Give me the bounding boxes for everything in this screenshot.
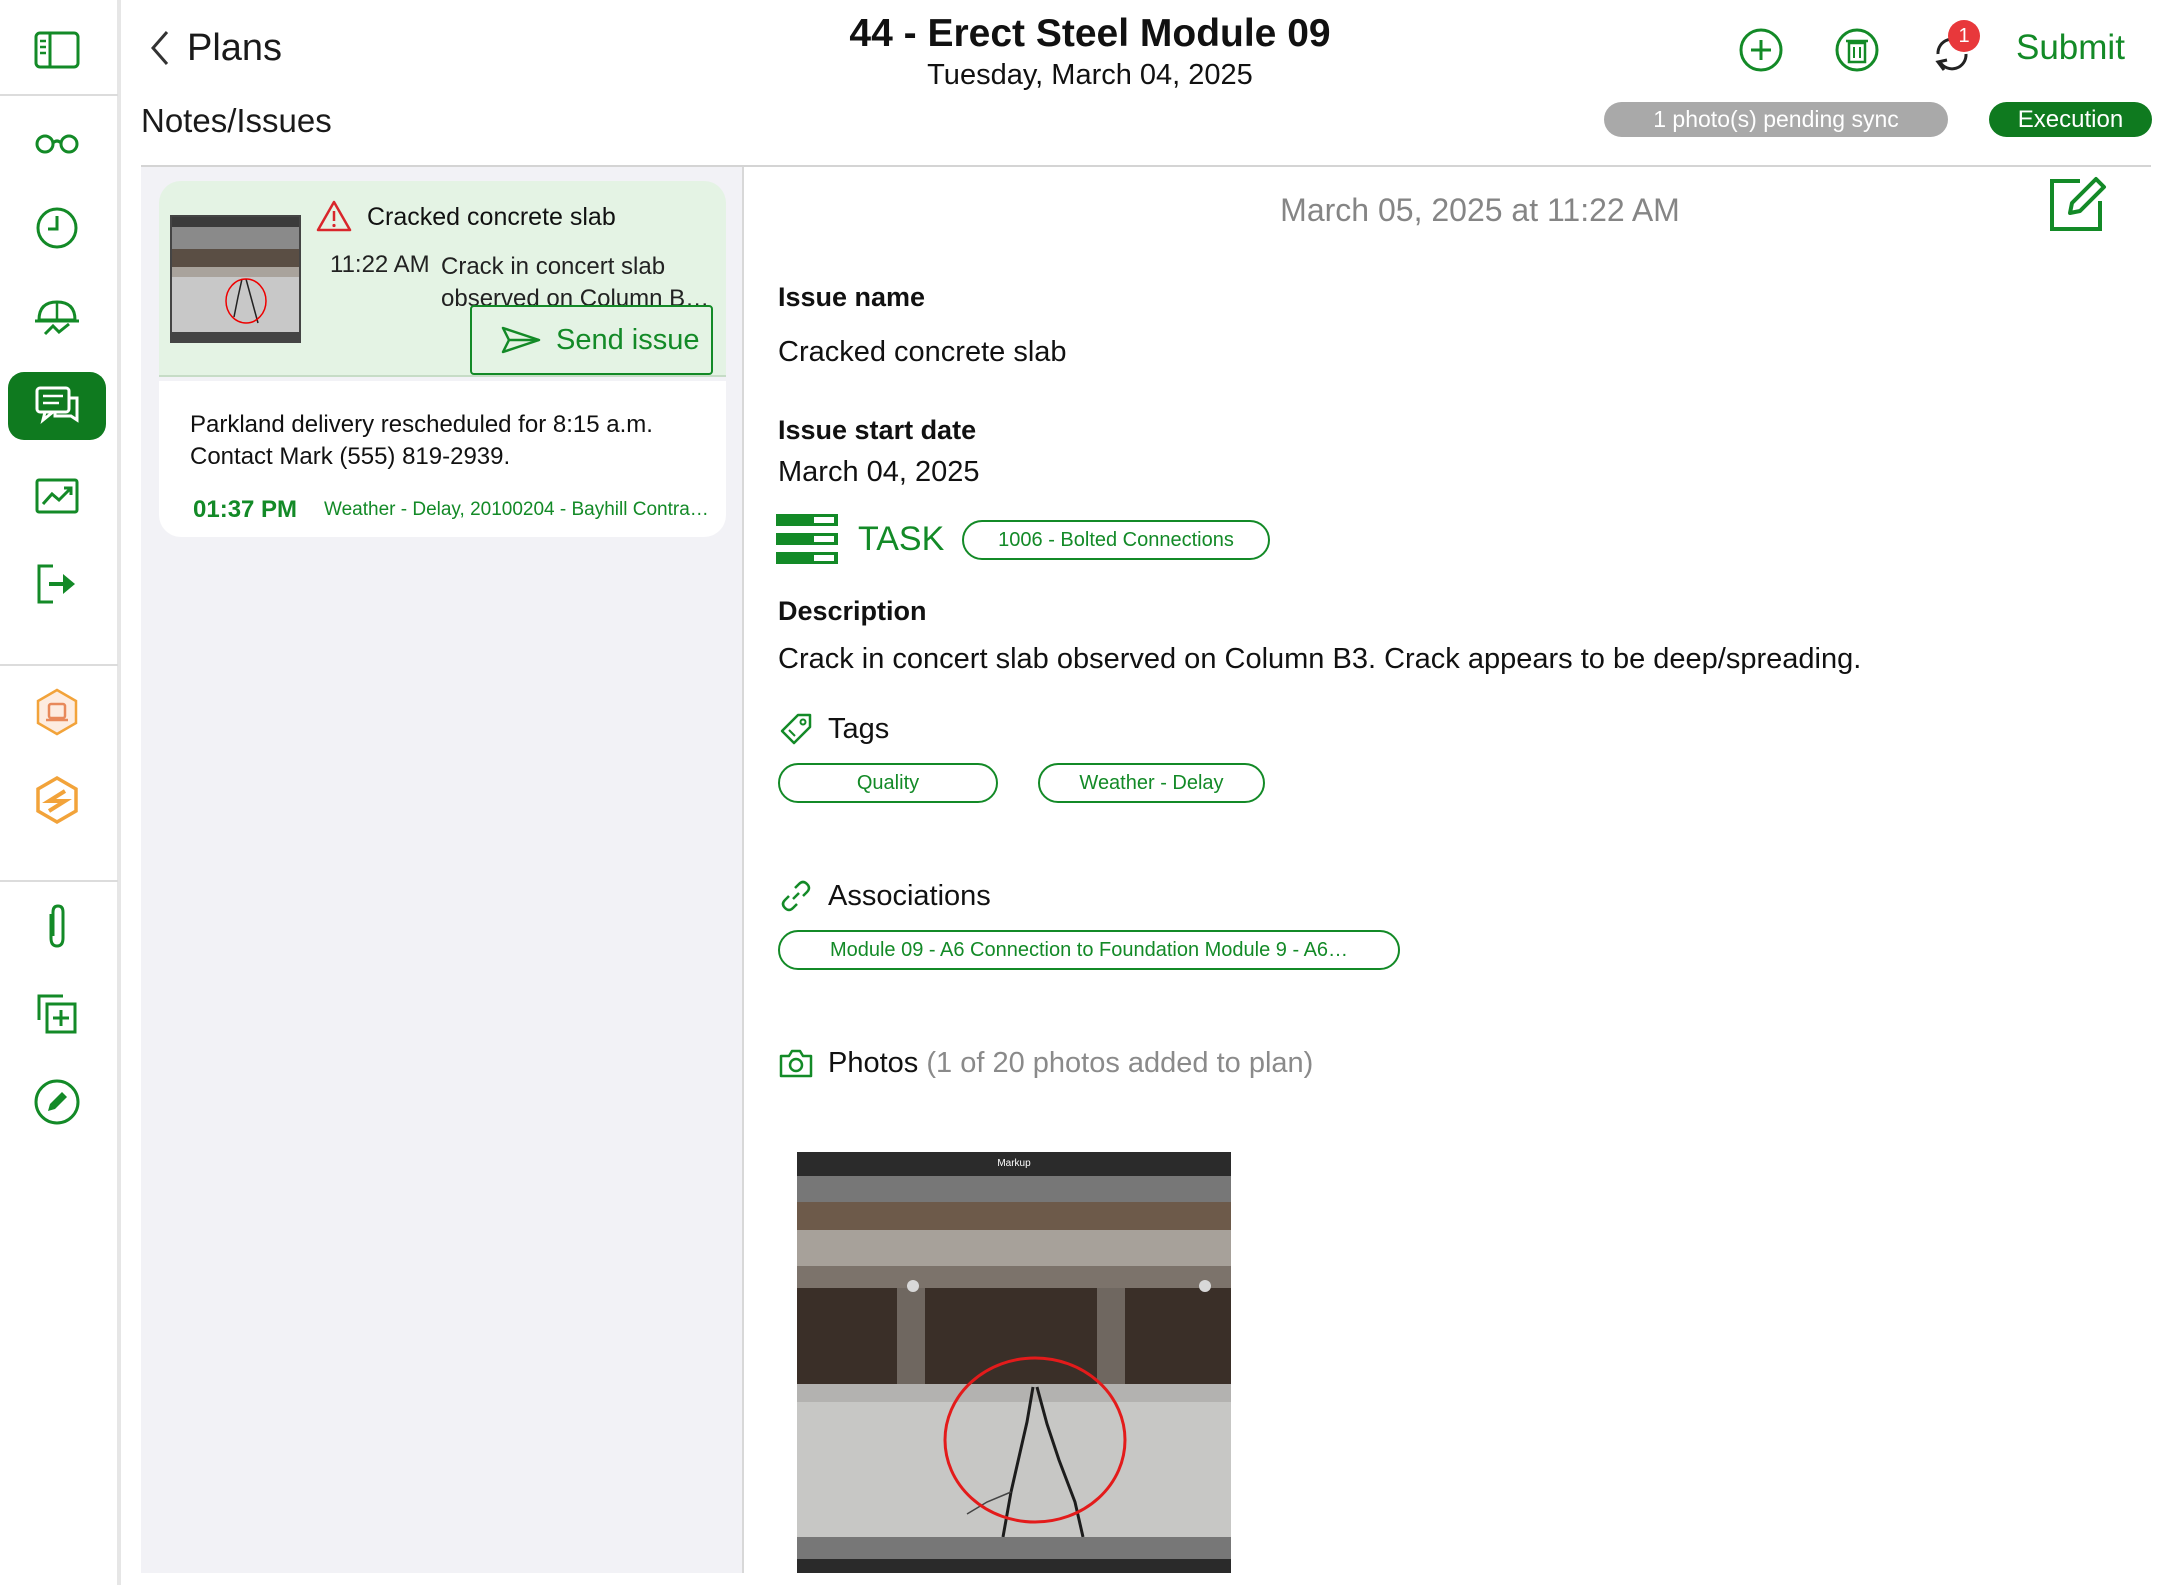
issue-name-label: Issue name bbox=[778, 282, 926, 312]
sidebar-item-safety[interactable] bbox=[8, 282, 106, 350]
task-label: TASK bbox=[858, 520, 945, 558]
sidebar-toggle-button[interactable] bbox=[8, 16, 106, 84]
camera-icon bbox=[779, 1049, 813, 1078]
sidebar-item-reports[interactable] bbox=[8, 462, 106, 530]
trash-icon[interactable] bbox=[1833, 26, 1881, 74]
tag-weather-delay[interactable]: Weather - Delay bbox=[1038, 763, 1265, 803]
task-code-pill[interactable]: 1006 - Bolted Connections bbox=[962, 520, 1270, 560]
issue-start-date-value: March 04, 2025 bbox=[778, 456, 980, 488]
back-label: Plans bbox=[187, 26, 283, 69]
sidebar-item-attachments[interactable] bbox=[8, 892, 106, 960]
page-header: 44 - Erect Steel Module 09 Tuesday, Marc… bbox=[700, 12, 1480, 92]
sync-status-pill: 1 photo(s) pending sync bbox=[1604, 102, 1948, 137]
hardhat-icon bbox=[35, 300, 79, 336]
sidebar-item-partner-app[interactable] bbox=[8, 678, 106, 746]
issue-time: 11:22 AM bbox=[330, 251, 430, 278]
issue-photo[interactable]: Markup bbox=[797, 1140, 1231, 1573]
glasses-icon bbox=[35, 134, 79, 154]
tags-label: Tags bbox=[828, 713, 890, 745]
issue-name-value: Cracked concrete slab bbox=[778, 336, 1067, 368]
note-meta: Weather - Delay, 20100204 - Bayhill Cont… bbox=[324, 499, 709, 520]
photos-label: Photos bbox=[828, 1047, 919, 1079]
chart-icon bbox=[35, 478, 79, 514]
sidebar-item-integration[interactable] bbox=[8, 766, 106, 834]
send-issue-label: Send issue bbox=[556, 323, 700, 356]
association-pill[interactable]: Module 09 - A6 Connection to Foundation … bbox=[778, 930, 1400, 970]
photo-caption: Markup bbox=[797, 1152, 1231, 1176]
page-date: Tuesday, March 04, 2025 bbox=[927, 59, 1253, 91]
edit-icon[interactable] bbox=[2046, 173, 2108, 235]
note-text: Parkland delivery rescheduled for 8:15 a… bbox=[190, 411, 653, 470]
page-title: 44 - Erect Steel Module 09 bbox=[849, 12, 1331, 55]
sidebar-item-schedule[interactable] bbox=[8, 194, 106, 262]
task-icon bbox=[776, 514, 838, 564]
sidebar-item-exit[interactable] bbox=[8, 550, 106, 618]
issue-timestamp: March 05, 2025 at 11:22 AM bbox=[1280, 192, 1680, 228]
photo-image bbox=[797, 1202, 1231, 1537]
hex-badge-icon bbox=[36, 688, 78, 736]
tag-icon bbox=[780, 713, 812, 745]
sidebar bbox=[0, 0, 121, 1585]
sidebar-item-notes[interactable] bbox=[8, 372, 106, 440]
exit-icon bbox=[37, 564, 75, 604]
send-icon bbox=[501, 326, 541, 354]
tag-quality[interactable]: Quality bbox=[778, 763, 998, 803]
clock-icon bbox=[36, 207, 78, 249]
description-value: Crack in concert slab observed on Column… bbox=[778, 643, 1862, 675]
chevron-left-icon bbox=[151, 31, 169, 65]
paperclip-icon bbox=[49, 904, 65, 948]
list-item[interactable]: Cracked concrete slab 11:22 AM Crack in … bbox=[159, 181, 726, 377]
sidebar-toggle-icon bbox=[34, 31, 80, 69]
phase-status-pill: Execution bbox=[1989, 102, 2152, 137]
list-item[interactable]: Parkland delivery rescheduled for 8:15 a… bbox=[159, 381, 726, 537]
photo-top-border bbox=[797, 1140, 1231, 1152]
sidebar-divider bbox=[0, 94, 118, 96]
copy-add-icon bbox=[37, 994, 77, 1034]
associations-label: Associations bbox=[828, 880, 991, 912]
photo-bottom-bar bbox=[797, 1537, 1231, 1559]
hex-logo-icon bbox=[36, 775, 78, 825]
photo-toolbar bbox=[797, 1176, 1231, 1202]
issue-thumbnail[interactable] bbox=[170, 215, 301, 343]
submit-button[interactable]: Submit bbox=[2016, 28, 2125, 68]
sidebar-item-review[interactable] bbox=[8, 106, 106, 174]
sidebar-item-sign[interactable] bbox=[8, 1068, 106, 1136]
sync-count-badge: 1 bbox=[1948, 20, 1980, 52]
description-label: Description bbox=[778, 596, 927, 626]
back-button[interactable]: Plans bbox=[143, 26, 282, 70]
warning-icon bbox=[316, 200, 352, 232]
notes-list: Cracked concrete slab 11:22 AM Crack in … bbox=[141, 167, 744, 1573]
send-issue-button[interactable]: Send issue bbox=[470, 305, 713, 375]
sidebar-divider bbox=[0, 880, 118, 882]
issue-start-date-label: Issue start date bbox=[778, 415, 977, 445]
issue-title: Cracked concrete slab bbox=[367, 203, 616, 231]
photos-heading: Photos (1 of 20 photos added to plan) bbox=[828, 1047, 1313, 1080]
sidebar-item-duplicate[interactable] bbox=[8, 980, 106, 1048]
note-time: 01:37 PM bbox=[193, 496, 298, 523]
photos-count: (1 of 20 photos added to plan) bbox=[926, 1047, 1314, 1079]
sidebar-divider bbox=[0, 664, 118, 666]
pencil-icon bbox=[34, 1079, 80, 1125]
add-circle-icon[interactable] bbox=[1737, 26, 1785, 74]
section-title: Notes/Issues bbox=[141, 102, 332, 139]
chat-icon bbox=[35, 386, 79, 424]
link-icon bbox=[781, 880, 811, 912]
